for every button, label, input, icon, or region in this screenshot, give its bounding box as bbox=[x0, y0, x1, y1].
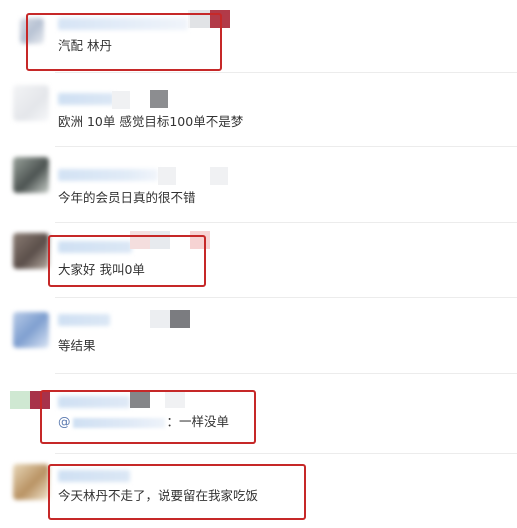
comment-item[interactable]: 今年的会员日真的很不错 bbox=[0, 147, 517, 223]
username-blurred[interactable] bbox=[58, 93, 114, 105]
comment-text: 今年的会员日真的很不错 bbox=[58, 190, 196, 205]
mosaic-block bbox=[10, 391, 30, 409]
mosaic-block bbox=[210, 167, 228, 185]
avatar[interactable] bbox=[13, 233, 49, 269]
username-blurred[interactable] bbox=[58, 169, 158, 181]
avatar[interactable] bbox=[13, 157, 49, 193]
avatar[interactable] bbox=[13, 312, 49, 348]
comment-item[interactable]: 汽配 林丹 bbox=[0, 0, 517, 73]
highlight-box bbox=[40, 390, 256, 444]
comment-item[interactable]: 欧洲 10单 感觉目标100单不是梦 bbox=[0, 73, 517, 147]
avatar[interactable] bbox=[13, 85, 49, 121]
comment-text: 欧洲 10单 感觉目标100单不是梦 bbox=[58, 114, 244, 129]
comment-item[interactable]: 今天林丹不走了，说要留在我家吃饭 bbox=[0, 454, 517, 528]
comment-feed: 汽配 林丹 欧洲 10单 感觉目标100单不是梦 今年的会员日真的很不错 大家好… bbox=[0, 0, 517, 528]
comment-item[interactable]: 等结果 bbox=[0, 298, 517, 374]
highlight-box bbox=[26, 13, 222, 71]
comment-item[interactable]: 大家好 我叫0单 bbox=[0, 223, 517, 298]
comment-text: 等结果 bbox=[58, 338, 96, 353]
comment-item[interactable]: @ ：一样没单 bbox=[0, 374, 517, 454]
highlight-box bbox=[48, 464, 306, 520]
mosaic-block bbox=[170, 310, 190, 328]
mosaic-block bbox=[150, 310, 170, 328]
username-blurred[interactable] bbox=[58, 314, 110, 326]
mosaic-block bbox=[112, 91, 130, 109]
avatar[interactable] bbox=[13, 464, 49, 500]
highlight-box bbox=[48, 235, 206, 287]
mosaic-block bbox=[158, 167, 176, 185]
mosaic-block bbox=[150, 90, 168, 108]
